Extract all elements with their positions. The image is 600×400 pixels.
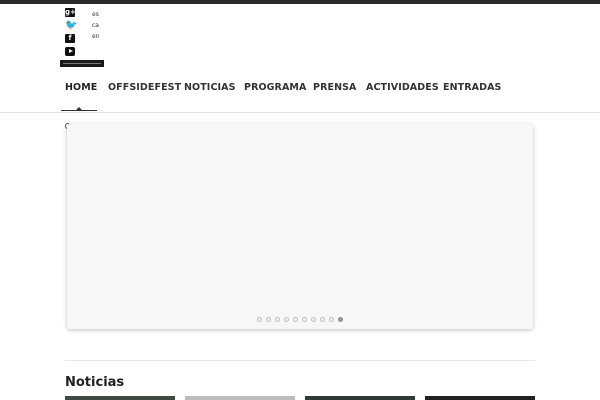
nav-divider (0, 112, 600, 113)
news-thumbnail[interactable] (425, 396, 535, 400)
slider-dot[interactable] (284, 317, 289, 322)
news-section-title: Noticias (65, 375, 125, 390)
language-switcher: es ca en (92, 9, 100, 42)
slider-dot[interactable] (311, 317, 316, 322)
language-en[interactable]: en (92, 31, 100, 42)
slider-dot[interactable] (266, 317, 271, 322)
top-bar (0, 0, 600, 4)
social-links: g+ 🐦 f (65, 8, 77, 60)
slider-dot[interactable] (275, 317, 280, 322)
news-thumbnail[interactable] (305, 396, 415, 400)
nav-prensa[interactable]: PRENSA (313, 82, 357, 93)
slider-dot[interactable] (338, 317, 343, 322)
slider-dot[interactable] (320, 317, 325, 322)
language-es[interactable]: es (92, 9, 100, 20)
nav-home[interactable]: HOME (65, 82, 97, 93)
nav-active-underline (61, 110, 97, 111)
google-plus-icon[interactable]: g+ (65, 8, 76, 17)
slider-dot[interactable] (302, 317, 307, 322)
slider-dot[interactable] (293, 317, 298, 322)
nav-entradas[interactable]: ENTRADAS (443, 82, 501, 93)
youtube-icon[interactable] (65, 47, 75, 56)
news-thumbnail[interactable] (185, 396, 295, 400)
facebook-icon[interactable]: f (65, 34, 75, 43)
hero-slider[interactable] (67, 124, 533, 329)
language-ca[interactable]: ca (92, 20, 100, 31)
nav-programa[interactable]: PROGRAMA (244, 82, 306, 93)
nav-noticias[interactable]: NOTICIAS (184, 82, 236, 93)
main-navigation: HOME OFFSIDEFEST NOTICIAS PROGRAMA PRENS… (0, 76, 600, 112)
news-thumbnail[interactable] (65, 396, 175, 400)
site-logo[interactable] (60, 60, 104, 67)
nav-offsidefest[interactable]: OFFSIDEFEST (108, 82, 181, 93)
slider-dot[interactable] (329, 317, 334, 322)
section-divider (65, 360, 535, 361)
twitter-icon[interactable]: 🐦 (65, 21, 77, 31)
slider-dot[interactable] (257, 317, 262, 322)
nav-actividades[interactable]: ACTIVIDADES (366, 82, 439, 93)
